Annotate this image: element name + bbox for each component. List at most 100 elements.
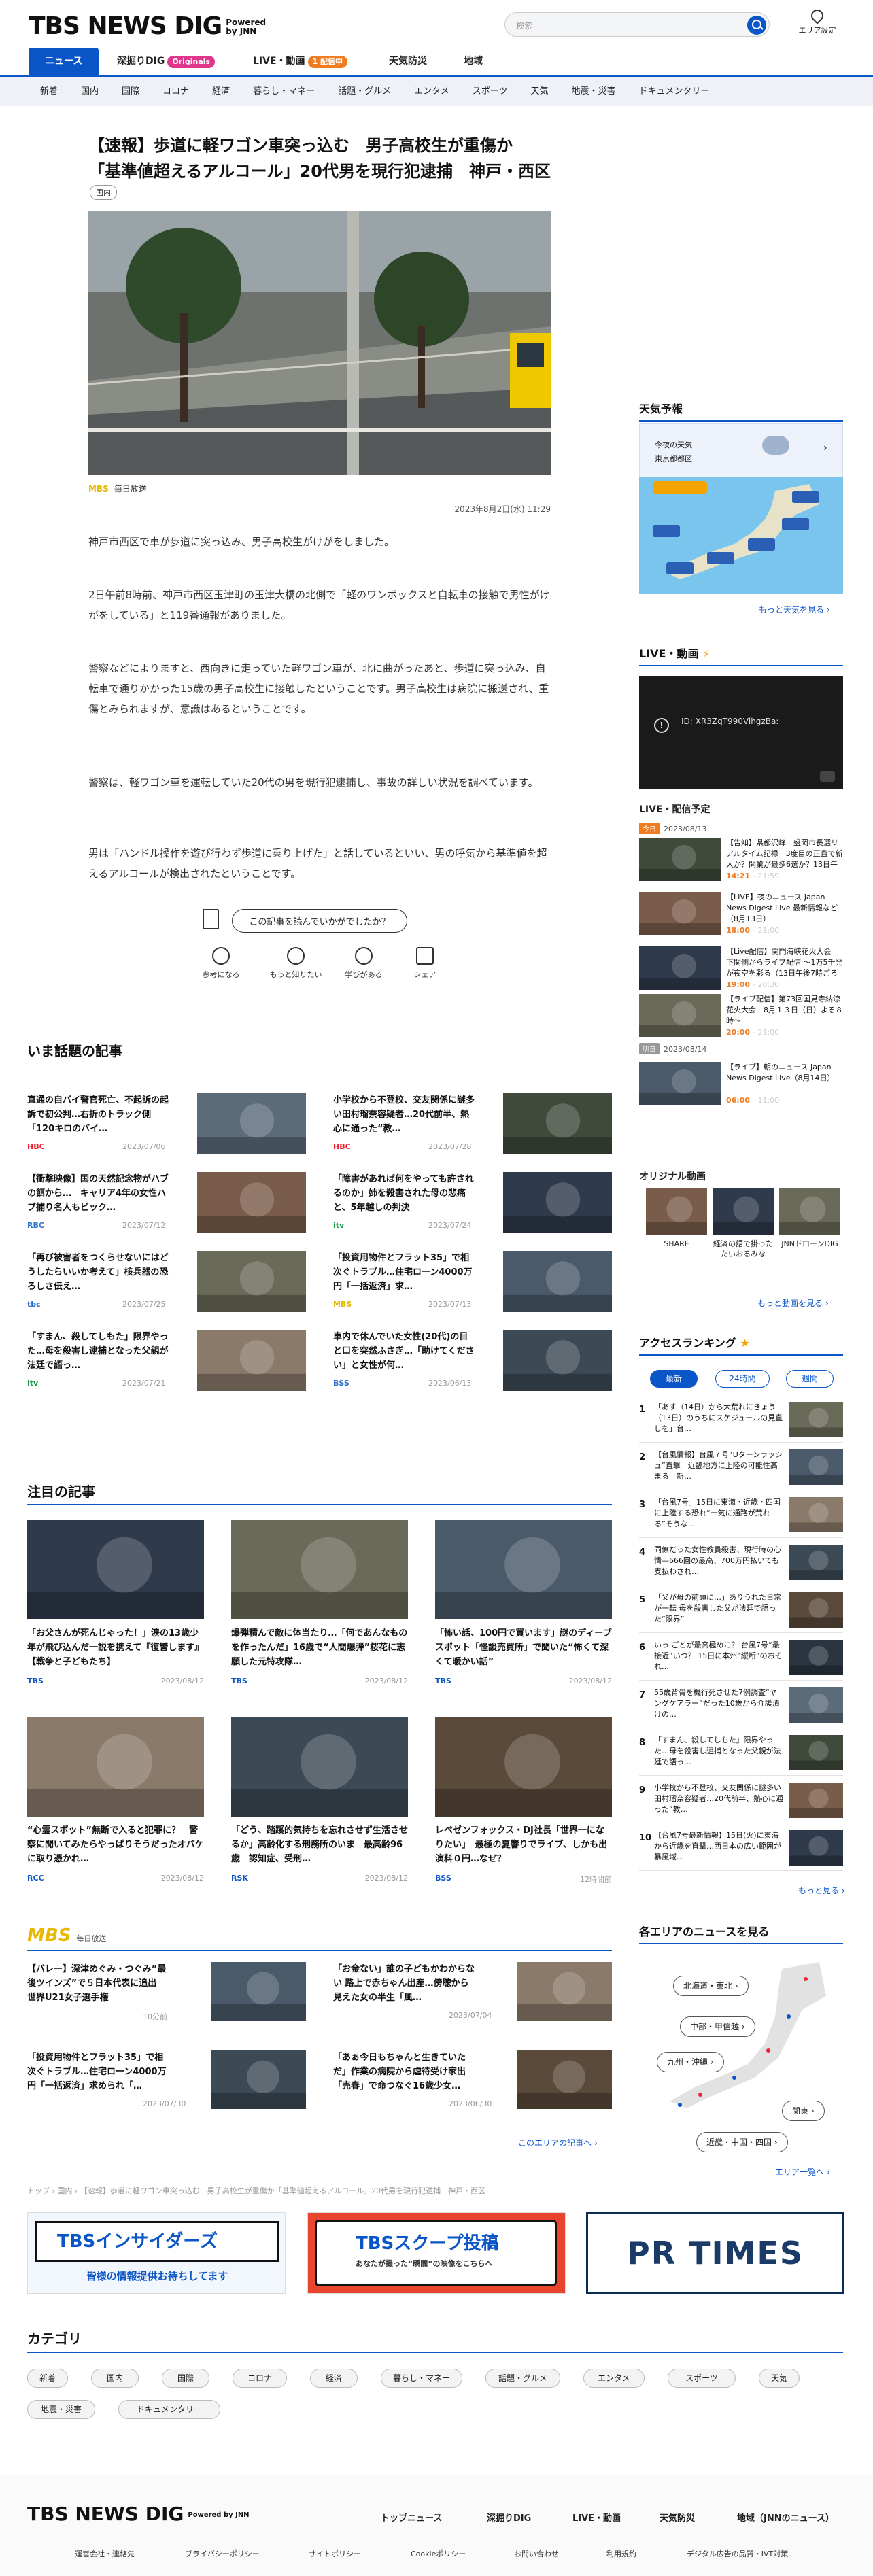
ranking-tab-weekly[interactable]: 週間 — [786, 1370, 834, 1388]
footer-link[interactable]: デジタル広告の品質・IVT対策 — [687, 2548, 788, 2559]
category-item[interactable]: 国内 — [69, 77, 110, 106]
ranking-item[interactable]: 9 小学校から不登校、交友関係に謎多い田村瑠奈容疑者…20代前半、熱心に通った“教… — [639, 1779, 843, 1823]
weather-today-box[interactable]: 今夜の天気 東京都都区 › — [639, 423, 843, 477]
nav-news[interactable]: ニュース — [29, 48, 99, 75]
area-list-link[interactable]: エリア一覧へ › — [775, 2166, 830, 2178]
mbs-item[interactable]: 「あぁ今日もちゃんと生きていただ」作業の病院から虐待受け家出「売春」で命つなぐ1… — [333, 2050, 612, 2125]
ranking-more-link[interactable]: もっと見る › — [798, 1885, 845, 1896]
news-item[interactable]: 「障害があれば何をやっても許されるのか」姉を殺害された母の悲痛と、5年越しの判決… — [333, 1172, 612, 1247]
footer-link[interactable]: サイトポリシー — [309, 2548, 361, 2559]
live-video-player[interactable]: ! ID: XR3ZqT990VihgzBa: — [639, 676, 843, 789]
breadcrumb[interactable]: トップ › 国内 › 【速報】歩道に軽ワゴン車突っ込む 男子高校生が重傷か「基準… — [27, 2185, 485, 2196]
ranking-item[interactable]: 4 同僚だった女性教員殺害、現行時の心情—666回の最高、700万円払いても支払わ… — [639, 1541, 843, 1585]
category-chip[interactable]: 地震・災害 — [27, 2400, 95, 2419]
footer-nav-item[interactable]: トップニュース — [381, 2511, 442, 2524]
footer-logo[interactable]: TBS NEWS DIG Powered by JNN — [27, 2503, 250, 2525]
schedule-item[interactable]: 【Live配信】関門海峡花火大会 下関側からライブ配信 ～1万5千発が夜空を彩る… — [639, 946, 843, 994]
category-item[interactable]: 暮らし・マネー — [241, 77, 326, 106]
category-chip[interactable]: 経済 — [310, 2369, 358, 2388]
mbs-item[interactable]: 「お金ない」誰の子どもかわからない 路上で赤ちゃん出産…傍聴から見えた女の半生「… — [333, 1962, 612, 2037]
category-item[interactable]: 経済 — [201, 77, 241, 106]
banner-prtimes[interactable]: PR TIMES — [586, 2212, 844, 2294]
news-item[interactable]: 直通の自バイ警官死亡、不起訴の起訴で初公判…右折のトラック側「120キロのバイ…… — [27, 1093, 306, 1168]
article-tag[interactable]: 国内 — [90, 185, 117, 200]
original-video[interactable]: SHARE — [646, 1188, 707, 1290]
news-item[interactable]: 車内で休んでいた女性(20代)の目と口を突然ふさぎ…「助けてください」と女性が何… — [333, 1330, 612, 1405]
news-item[interactable]: 「投資用物件とフラット35」で相次ぐトラブル…住宅ローン4000万円「一括返済」… — [333, 1251, 612, 1326]
area-button-hokkaido-tohoku[interactable]: 北海道・東北 › — [673, 1976, 749, 1996]
footer-nav-item[interactable]: 深掘りDIG — [487, 2511, 531, 2524]
nav-area[interactable]: 地域 — [464, 48, 483, 75]
ranking-item[interactable]: 10 【台風7号最新情報】15日(火)に東海から近畿を直撃…西日本の広い範囲が暴風… — [639, 1826, 843, 1871]
category-item[interactable]: スポーツ — [461, 77, 519, 106]
article-source[interactable]: MBS 毎日放送 — [88, 483, 147, 494]
ranking-item[interactable]: 6 いっ ごとが最高極めに？ 台風7号“最接近”いつ？ 15日に本州“縦断”のおそ… — [639, 1636, 843, 1681]
site-logo[interactable]: TBS NEWS DIG Powered by JNN — [29, 12, 266, 40]
share-button[interactable]: シェア — [394, 947, 456, 980]
video-more-link[interactable]: もっと動画を見る › — [757, 1297, 829, 1309]
footer-link[interactable]: プライバシーポリシー — [185, 2548, 260, 2559]
weather-map[interactable] — [639, 477, 843, 594]
category-item[interactable]: 天気 — [519, 77, 560, 106]
category-chip[interactable]: ドキュメンタリー — [118, 2400, 220, 2419]
category-item[interactable]: 地震・災害 — [560, 77, 628, 106]
footer-link[interactable]: お問い合わせ — [514, 2548, 559, 2559]
schedule-item[interactable]: 【ライブ配信】第73回国見寺納涼花火大会 8月１３日（日）よる８時～ 20:00-… — [639, 994, 843, 1042]
mbs-more-link[interactable]: このエリアの記事へ › — [518, 2137, 598, 2148]
category-item[interactable]: ドキュメンタリー — [628, 77, 721, 106]
category-chip[interactable]: 話題・グルメ — [485, 2369, 560, 2388]
ranking-item[interactable]: 1 「あす（14日）から大荒れにきょう（13日）のうちにスケジュールの見直しを」台… — [639, 1398, 843, 1443]
original-video[interactable]: JNNドローンDIG — [779, 1188, 840, 1290]
area-button-kinki-chugoku-shikoku[interactable]: 近畿・中国・四国 › — [696, 2132, 788, 2152]
category-item[interactable]: 国際 — [110, 77, 151, 106]
category-chip[interactable]: 暮らし・マネー — [381, 2369, 462, 2388]
area-button-kyushu[interactable]: 九州・沖縄 › — [657, 2052, 724, 2072]
featured-card[interactable]: 爆弾積んで敵に体当たり…「何であんなものを作ったんだ」16歳で“人間爆弾”桜花に… — [231, 1520, 408, 1717]
featured-card[interactable]: 「怖い話、100円で買います」謎のディープスポット「怪談売買所」で聞いた“怖くて… — [435, 1520, 612, 1717]
category-chip[interactable]: コロナ — [233, 2369, 287, 2388]
category-item[interactable]: コロナ — [151, 77, 201, 106]
schedule-item[interactable]: 【ライブ】朝のニュース Japan News Digest Live（8月14日… — [639, 1062, 843, 1110]
area-button-kanto[interactable]: 関東 › — [782, 2101, 825, 2121]
reaction-want-more[interactable]: もっと知りたい — [265, 947, 326, 980]
ranking-tab-24h[interactable]: 24時間 — [715, 1370, 770, 1388]
schedule-item[interactable]: 【LIVE】夜のニュース Japan News Digest Live 最新情報… — [639, 892, 843, 940]
search-icon[interactable] — [747, 16, 766, 35]
category-chip[interactable]: 国際 — [162, 2369, 209, 2388]
ranking-item[interactable]: 7 55歳背骨を機行死させた7例調査“ヤングケアラー”だった10歳から介護漬けの… — [639, 1683, 843, 1728]
news-item[interactable]: 【衝撃映像】国の天然記念物がハブの餌から… キャリア4年の女性ハブ捕り名人もビッ… — [27, 1172, 306, 1247]
mbs-item[interactable]: 「投資用物件とフラット35」で相次ぐトラブル…住宅ローン4000万円「一括返済」… — [27, 2050, 306, 2125]
ranking-item[interactable]: 2 【台風情報】台風７号“Uターンラッシュ”直撃 近畿地方に上陸の可能性高まる 新… — [639, 1445, 843, 1490]
schedule-item[interactable]: 【告知】県都沢峰 盛岡市長選リアルタイム記禄 3度目の正直で新人か？開業が最多6… — [639, 838, 843, 885]
reaction-learned[interactable]: 学びがある — [333, 947, 394, 980]
area-setting-button[interactable]: エリア設定 — [797, 7, 838, 35]
search-input[interactable]: 検索 — [504, 12, 770, 37]
mbs-item[interactable]: 【バレー】深津めぐみ・つぐみ”最後ツインズ”で５日本代表に追出 世界U21女子選… — [27, 1962, 306, 2037]
youtube-icon[interactable] — [820, 771, 835, 782]
news-item[interactable]: 「再び被害者をつくらせないにはどうしたらいいか考えて」核兵器の恐ろしさ伝え… tb… — [27, 1251, 306, 1326]
footer-nav-item[interactable]: 地域（JNNのニュース） — [737, 2511, 834, 2524]
footer-nav-item[interactable]: 天気防災 — [660, 2511, 695, 2524]
news-item[interactable]: 「すまん、殺してしもた」限界やった…母を殺害し逮捕となった父親が法廷で語っ… it… — [27, 1330, 306, 1405]
footer-link[interactable]: 運営会社・連絡先 — [75, 2548, 135, 2559]
category-chip[interactable]: 国内 — [91, 2369, 139, 2388]
category-item[interactable]: 話題・グルメ — [326, 77, 403, 106]
ranking-item[interactable]: 3 「台風7号」15日に東海・近畿・四国に上陸する恐れ“一気に通路が荒れる”そうな… — [639, 1493, 843, 1538]
footer-link[interactable]: Cookieポリシー — [411, 2548, 466, 2559]
featured-card[interactable]: レペゼンフォックス・DJ社長「世界一になりたい」 最極の夏響りでライブ、しかも出… — [435, 1717, 612, 1914]
reaction-helpful[interactable]: 参考になる — [190, 947, 252, 980]
category-chip[interactable]: スポーツ — [668, 2369, 736, 2388]
area-button-chubu[interactable]: 中部・甲信越 › — [680, 2016, 755, 2037]
category-chip[interactable]: 天気 — [759, 2369, 800, 2388]
featured-card[interactable]: 「どう、踏蹊的気持ちを忘れさせず生活させるか」高齢化する刑務所のいま 最高齢96… — [231, 1717, 408, 1914]
banner-insiders[interactable]: TBSインサイダーズ 皆様の情報提供お待ちしてます — [27, 2212, 286, 2294]
category-item[interactable]: 新着 — [29, 77, 69, 106]
news-item[interactable]: 小学校から不登校、交友関係に謎多い田村瑠奈容疑者…20代前半、熱心に通った“教…… — [333, 1093, 612, 1168]
featured-card[interactable]: 「お父さんが死んじゃった！」涙の13歳少年が飛び込んだ一説を携えて『復讐します』… — [27, 1520, 204, 1717]
footer-nav-item[interactable]: LIVE・動画 — [572, 2511, 621, 2524]
category-chip[interactable]: エンタメ — [583, 2369, 645, 2388]
weather-more-link[interactable]: もっと天気を見る › — [759, 604, 830, 615]
nav-live[interactable]: LIVE・動画 1 配信中 — [253, 48, 348, 75]
ranking-item[interactable]: 8 「すまん、殺してしもた」限界やった…母を殺害し逮捕となった父親が法廷で語っ… — [639, 1731, 843, 1776]
nav-weather[interactable]: 天気防災 — [389, 48, 427, 75]
